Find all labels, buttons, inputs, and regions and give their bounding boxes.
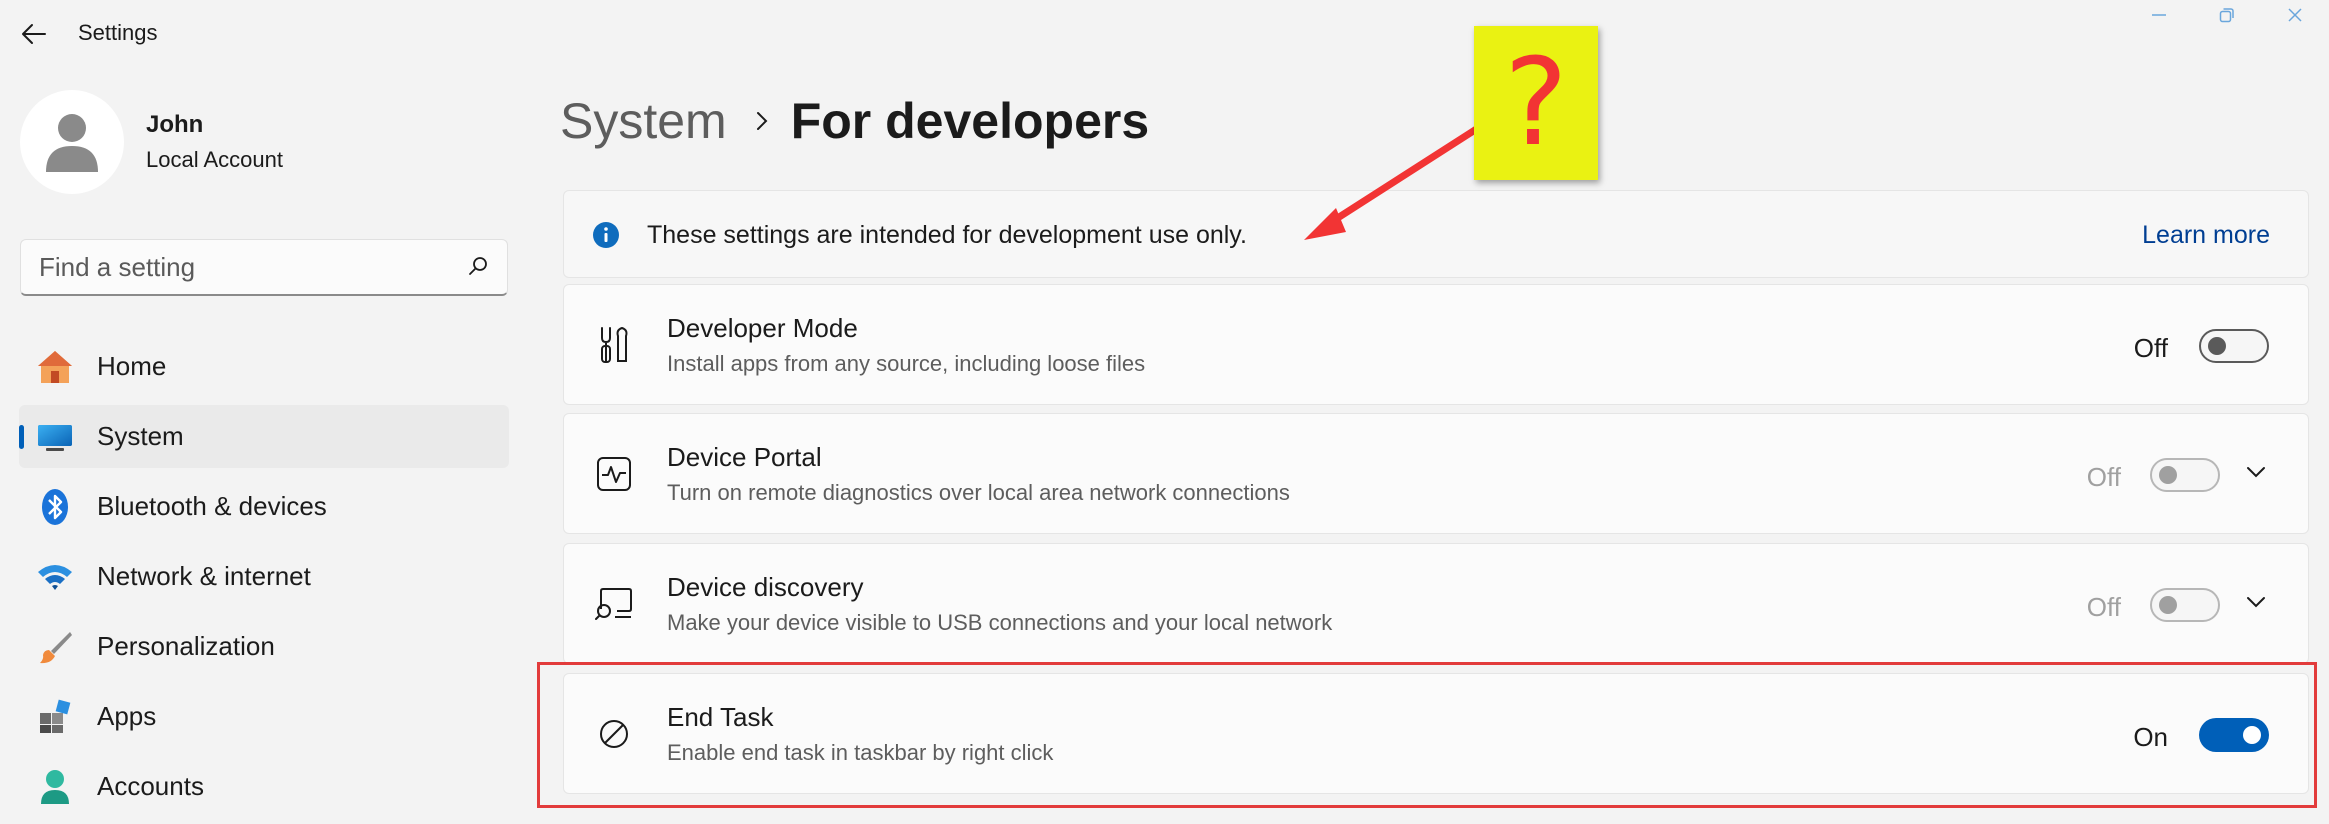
sticky-note: ? [1474,26,1598,180]
annotation-arrow-icon [1304,124,1482,240]
